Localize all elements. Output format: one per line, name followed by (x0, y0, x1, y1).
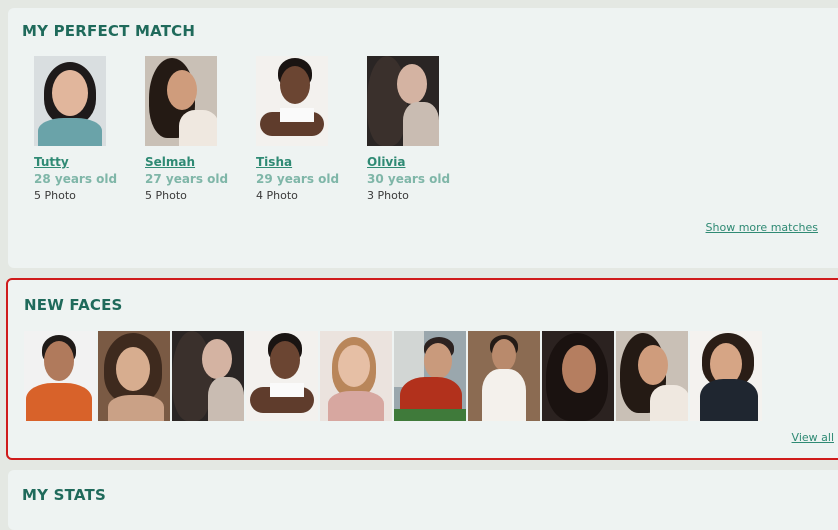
match-name-link[interactable]: Selmah (145, 154, 245, 170)
match-photo-count: 5 Photo (145, 189, 187, 202)
match-age: 28 years old (34, 172, 118, 186)
match-photo[interactable] (367, 56, 439, 146)
my-stats-panel: MY STATS (8, 470, 838, 530)
face-thumbnail[interactable] (394, 331, 466, 421)
match-card: Tisha 29 years old 4 Photo (256, 56, 356, 204)
face-thumbnail[interactable] (616, 331, 688, 421)
match-photo[interactable] (145, 56, 217, 146)
match-photo-count: 5 Photo (34, 189, 76, 202)
match-age: 29 years old (256, 172, 340, 186)
match-photo[interactable] (256, 56, 328, 146)
view-all-link[interactable]: View all (792, 431, 834, 444)
perfect-match-title: MY PERFECT MATCH (22, 22, 196, 40)
match-photo-count: 4 Photo (256, 189, 298, 202)
face-thumbnail[interactable] (24, 331, 96, 421)
my-stats-title: MY STATS (22, 486, 106, 504)
face-thumbnail[interactable] (246, 331, 318, 421)
match-name-link[interactable]: Tisha (256, 154, 356, 170)
match-photo[interactable] (34, 56, 106, 146)
show-more-matches-link[interactable]: Show more matches (706, 221, 818, 234)
new-faces-title: NEW FACES (24, 296, 123, 314)
match-age: 27 years old (145, 172, 229, 186)
face-thumbnail[interactable] (172, 331, 244, 421)
new-faces-strip (24, 331, 764, 421)
face-thumbnail[interactable] (320, 331, 392, 421)
perfect-match-panel: MY PERFECT MATCH Tutty 28 years old 5 Ph… (8, 8, 838, 268)
match-card: Olivia 30 years old 3 Photo (367, 56, 467, 204)
match-card: Selmah 27 years old 5 Photo (145, 56, 245, 204)
match-photo-count: 3 Photo (367, 189, 409, 202)
match-card: Tutty 28 years old 5 Photo (34, 56, 134, 204)
face-thumbnail[interactable] (98, 331, 170, 421)
new-faces-panel: NEW FACES View all (6, 278, 838, 460)
match-name-link[interactable]: Tutty (34, 154, 134, 170)
match-age: 30 years old (367, 172, 451, 186)
face-thumbnail[interactable] (690, 331, 762, 421)
match-name-link[interactable]: Olivia (367, 154, 467, 170)
face-thumbnail[interactable] (468, 331, 540, 421)
face-thumbnail[interactable] (542, 331, 614, 421)
